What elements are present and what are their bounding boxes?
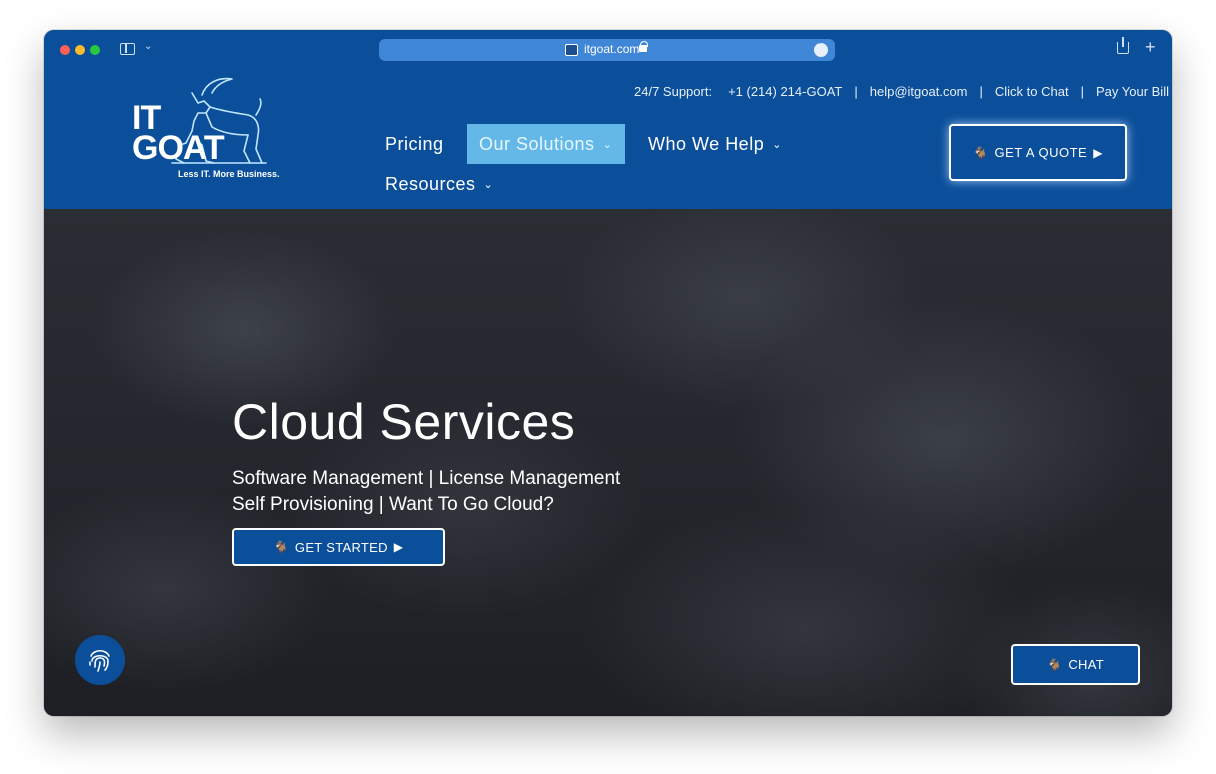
nav-pricing[interactable]: Pricing [385, 124, 444, 164]
sidebar-toggle-icon[interactable] [120, 43, 135, 55]
hero-section: Cloud Services Software Management | Lic… [44, 209, 1172, 716]
nav-who-we-help[interactable]: Who We Help ⌄ [648, 124, 782, 164]
get-a-quote-button[interactable]: 🐐 GET A QUOTE ▶ [949, 124, 1127, 181]
nav-resources[interactable]: Resources ⌄ [385, 164, 493, 204]
browser-toolbar: ⌄ itgoat.com + [44, 30, 1172, 70]
chevron-down-icon: ⌄ [483, 178, 494, 191]
hero-subtitle-line1: Software Management | License Management [232, 468, 621, 489]
minimize-window-button[interactable] [75, 45, 85, 55]
utility-bar: 24/7 Support: +1 (214) 214-GOAT | help@i… [634, 82, 1169, 100]
address-bar[interactable]: itgoat.com [379, 39, 835, 61]
chevron-down-icon[interactable]: ⌄ [144, 41, 152, 52]
play-icon: ▶ [1093, 145, 1103, 160]
divider: | [1080, 83, 1084, 99]
chevron-down-icon: ⌄ [772, 138, 782, 151]
nav-pricing-label: Pricing [385, 133, 444, 154]
divider: | [979, 83, 983, 99]
pay-bill-link[interactable]: Pay Your Bill [1096, 84, 1169, 99]
nav-our-solutions[interactable]: Our Solutions ⌄ [467, 124, 625, 164]
nav-resources-label: Resources [385, 173, 476, 194]
chat-button-label: CHAT [1068, 657, 1104, 672]
accessibility-button[interactable] [75, 635, 125, 685]
goat-icon: 🐐 [273, 540, 289, 554]
chevron-down-icon: ⌄ [602, 138, 613, 151]
nav-who-we-help-label: Who We Help [648, 133, 765, 154]
nav-solutions-label: Our Solutions [479, 133, 595, 154]
page-options-icon[interactable] [814, 40, 828, 57]
site-logo[interactable]: IT GOAT Less IT. More Business. [132, 73, 280, 183]
play-icon: ▶ [393, 540, 404, 554]
close-window-button[interactable] [60, 45, 70, 55]
zoom-window-button[interactable] [90, 45, 100, 55]
click-to-chat-link[interactable]: Click to Chat [995, 84, 1069, 99]
lock-icon [639, 41, 648, 52]
hero-title: Cloud Services [232, 394, 576, 450]
logo-wordmark: IT GOAT [132, 99, 225, 167]
phone-link[interactable]: +1 (214) 214-GOAT [728, 84, 842, 99]
url-text: itgoat.com [584, 42, 640, 56]
divider: | [854, 83, 858, 99]
chat-button[interactable]: 🐐 CHAT [1011, 644, 1140, 685]
get-started-button[interactable]: 🐐 GET STARTED ▶ [232, 528, 445, 566]
quote-button-label: GET A QUOTE [994, 145, 1088, 160]
hero-subtitle-line2: Self Provisioning | Want To Go Cloud? [232, 494, 554, 515]
new-tab-icon[interactable]: + [1145, 37, 1156, 58]
goat-icon: 🐐 [1047, 657, 1063, 672]
email-link[interactable]: help@itgoat.com [870, 84, 968, 99]
fingerprint-icon [89, 649, 110, 672]
site-header: IT GOAT Less IT. More Business. 24/7 Sup… [44, 70, 1172, 209]
goat-icon: 🐐 [973, 145, 989, 160]
get-started-label: GET STARTED [294, 539, 388, 555]
logo-tagline: Less IT. More Business. [178, 169, 280, 179]
site-favicon-icon [565, 44, 578, 56]
browser-window: ⌄ itgoat.com + [44, 30, 1172, 716]
support-label: 24/7 Support: [634, 83, 713, 99]
share-icon[interactable] [1117, 37, 1129, 54]
